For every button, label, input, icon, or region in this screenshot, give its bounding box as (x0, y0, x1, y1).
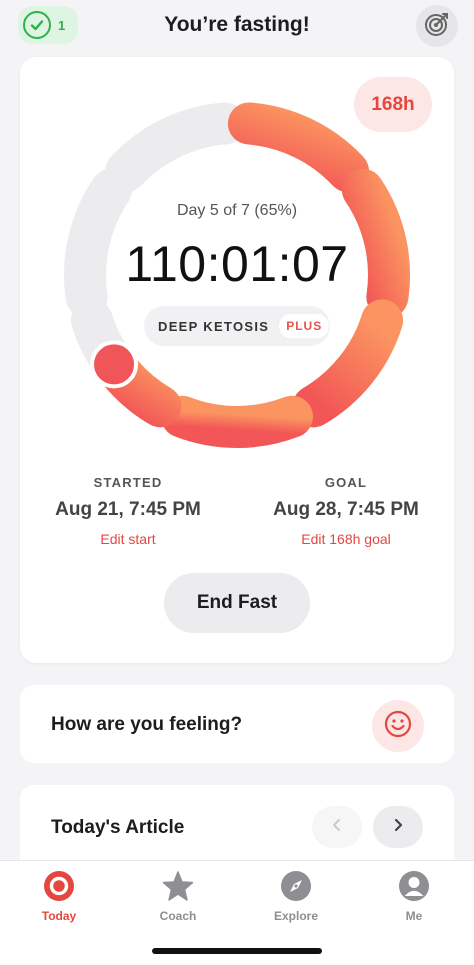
started-label: STARTED (93, 475, 163, 490)
tab-me[interactable]: Me (369, 869, 459, 923)
elapsed-timer: 110:01:07 (125, 236, 349, 292)
goal-label: GOAL (324, 475, 368, 490)
page-title: You’re fasting! (164, 13, 310, 36)
tab-coach-label: Coach (159, 909, 197, 923)
started-column: STARTED Aug 21, 7:45 PM Edit start (28, 475, 228, 547)
chevron-right-icon (392, 818, 404, 837)
goal-hours-badge[interactable]: 168h (354, 77, 432, 132)
home-indicator (152, 948, 322, 954)
goal-value: Aug 28, 7:45 PM (273, 499, 419, 520)
record-circle-icon (14, 869, 104, 903)
top-bar: 1 You’re fasting! (0, 0, 474, 54)
tab-today-label: Today (41, 909, 77, 923)
target-icon (423, 10, 451, 43)
tab-today[interactable]: Today (14, 869, 104, 923)
star-icon (133, 869, 223, 903)
chevron-left-icon (331, 818, 343, 837)
tab-coach[interactable]: Coach (133, 869, 223, 923)
ring-progress-segment (161, 395, 313, 448)
timer-card: 168h Day 5 of 7 (65%) 110:01:07 DEEP KET… (20, 57, 454, 663)
end-fast-button[interactable]: End Fast (164, 573, 310, 633)
feeling-question: How are you feeling? (51, 714, 243, 735)
goal-column: GOAL Aug 28, 7:45 PM Edit 168h goal (246, 475, 446, 547)
stage-label: DEEP KETOSIS (158, 318, 270, 334)
tab-explore[interactable]: Explore (251, 869, 341, 923)
day-progress-text: Day 5 of 7 (65%) (176, 202, 298, 219)
next-article-button[interactable] (373, 806, 423, 848)
progress-marker[interactable] (90, 340, 139, 389)
edit-goal-link[interactable]: Edit 168h goal (246, 531, 446, 547)
goal-button[interactable] (416, 5, 458, 47)
mood-button[interactable] (372, 700, 424, 752)
fasting-stage-pill[interactable]: DEEP KETOSIS PLUS (144, 306, 330, 346)
previous-article-button[interactable] (312, 806, 362, 848)
ring-track-segment (104, 102, 247, 193)
tab-explore-label: Explore (273, 909, 318, 923)
compass-icon (251, 869, 341, 903)
ring-progress-segment (227, 102, 370, 193)
plus-badge: PLUS (279, 314, 330, 338)
tab-me-label: Me (405, 909, 423, 923)
profile-icon (369, 869, 459, 903)
article-heading: Today's Article (51, 817, 185, 838)
started-value: Aug 21, 7:45 PM (55, 499, 201, 520)
feeling-card[interactable]: How are you feeling? (20, 685, 454, 763)
smiley-icon (383, 709, 413, 744)
edit-start-link[interactable]: Edit start (28, 531, 228, 547)
